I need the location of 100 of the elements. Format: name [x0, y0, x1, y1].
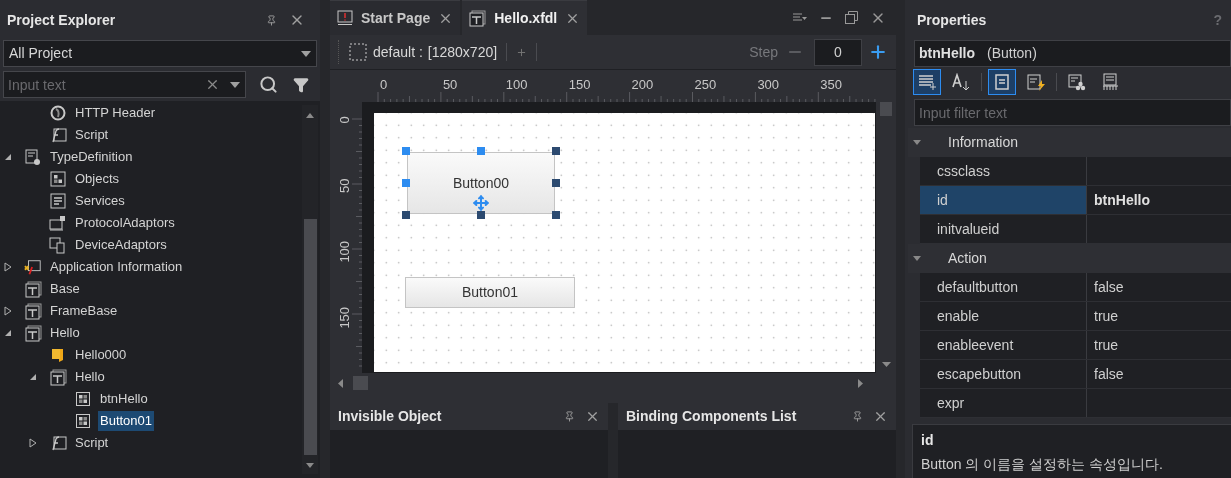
pin-icon[interactable]: [852, 411, 863, 422]
tree-item[interactable]: Services: [73, 191, 127, 211]
ruler-label: 200: [631, 76, 654, 94]
collapsed-arrow-icon[interactable]: [4, 306, 12, 316]
step-field[interactable]: 0: [814, 38, 862, 66]
property-name-cell[interactable]: escapebutton: [920, 360, 1087, 388]
property-name-cell[interactable]: enableevent: [920, 331, 1087, 359]
tree-item[interactable]: btnHello: [98, 389, 150, 409]
expanded-arrow-icon[interactable]: [4, 329, 12, 337]
close-icon[interactable]: [585, 409, 600, 424]
globe-icon: [50, 105, 66, 121]
scroll-down-icon[interactable]: [306, 463, 314, 468]
grip-handle[interactable]: [338, 40, 341, 64]
property-group[interactable]: Information: [948, 132, 1019, 153]
filter-field[interactable]: Input filter text: [914, 99, 1231, 126]
scroll-right-icon[interactable]: [858, 378, 863, 388]
tree-item[interactable]: Hello000: [73, 345, 129, 365]
resize-handle[interactable]: [552, 179, 560, 187]
filter-icon[interactable]: [293, 76, 309, 93]
tree-item[interactable]: TypeDefinition: [48, 147, 135, 167]
search-icon[interactable]: [259, 75, 278, 94]
resize-handle[interactable]: [402, 179, 410, 187]
screen-name: default :: [373, 42, 423, 62]
pin-icon[interactable]: [266, 14, 277, 26]
tree-item[interactable]: Application Information: [48, 257, 185, 277]
tree-item[interactable]: Button01: [98, 411, 155, 431]
resize-handle[interactable]: [552, 147, 560, 155]
move-icon[interactable]: [473, 195, 489, 211]
ruler-label: 50: [442, 76, 458, 94]
property-name-cell[interactable]: enable: [920, 302, 1087, 330]
property-name-cell[interactable]: expr: [920, 389, 1087, 417]
property-name-cell[interactable]: defaultbutton: [920, 273, 1087, 301]
resize-handle[interactable]: [402, 211, 410, 219]
editor-tab[interactable]: Hello.xfdl: [462, 0, 588, 35]
tree-item[interactable]: Script: [73, 433, 111, 453]
collapsed-arrow-icon[interactable]: [4, 262, 12, 272]
folder-icon: [51, 347, 65, 363]
scroll-left-icon[interactable]: [338, 378, 343, 388]
resize-handle[interactable]: [402, 147, 410, 155]
property-value-cell[interactable]: btnHello: [1087, 186, 1231, 214]
scroll-up-icon[interactable]: [306, 113, 314, 118]
add-screen-icon[interactable]: [516, 46, 528, 58]
tree-item[interactable]: ProtocolAdaptors: [73, 213, 177, 233]
property-value-cell[interactable]: [1087, 157, 1231, 185]
tree-item[interactable]: HTTP Header: [73, 103, 157, 123]
tree-item[interactable]: Base: [48, 279, 82, 299]
restore-icon[interactable]: [845, 11, 858, 24]
tab-list-icon[interactable]: [793, 12, 807, 23]
toolbar-button[interactable]: [988, 69, 1016, 95]
clear-icon[interactable]: [205, 77, 220, 92]
tree-item[interactable]: Hello: [73, 367, 107, 387]
scroll-thumb[interactable]: [303, 219, 317, 455]
scope-dropdown[interactable]: All Project: [3, 40, 317, 67]
scrollbar[interactable]: [302, 105, 318, 474]
property-name-cell[interactable]: id: [920, 186, 1087, 214]
pin-icon[interactable]: [564, 411, 575, 422]
resize-handle[interactable]: [477, 211, 485, 219]
property-value-cell[interactable]: true: [1087, 331, 1231, 359]
tree-item[interactable]: Script: [73, 125, 111, 145]
property-value-cell[interactable]: [1087, 389, 1231, 417]
screen-size-icon[interactable]: [349, 43, 367, 61]
expanded-arrow-icon[interactable]: [29, 373, 37, 381]
collapsed-arrow-icon[interactable]: [29, 438, 37, 448]
collapse-arrow-icon[interactable]: [913, 140, 921, 145]
script-icon: [49, 127, 67, 143]
property-value-cell[interactable]: false: [1087, 273, 1231, 301]
tree-item[interactable]: Hello: [48, 323, 82, 343]
canvas-button[interactable]: Button01: [405, 277, 575, 308]
scroll-down-icon[interactable]: [881, 362, 891, 367]
ruler-label: 150: [336, 305, 354, 331]
form-icon: [24, 302, 42, 320]
property-value-cell[interactable]: [1087, 215, 1231, 243]
dropdown-arrow-icon[interactable]: [230, 82, 240, 88]
canvas-button[interactable]: Button00: [407, 152, 555, 214]
resize-handle[interactable]: [477, 147, 485, 155]
sort-alpha-icon: [951, 73, 971, 91]
property-group[interactable]: Action: [948, 248, 987, 269]
step-plus-icon[interactable]: [868, 42, 888, 62]
editor-tab[interactable]: Start Page: [330, 0, 461, 35]
dropdown-arrow-icon: [301, 50, 311, 57]
toolbar-button[interactable]: [913, 69, 941, 95]
property-value-cell[interactable]: false: [1087, 360, 1231, 388]
scroll-thumb[interactable]: [880, 102, 892, 116]
resize-handle[interactable]: [552, 211, 560, 219]
collapse-arrow-icon[interactable]: [913, 256, 921, 261]
search-field[interactable]: Input text: [3, 71, 246, 98]
description-text: Button 의 이름을 설정하는 속성입니다.: [921, 455, 1164, 474]
expanded-arrow-icon[interactable]: [4, 153, 12, 161]
tree-item[interactable]: Objects: [73, 169, 122, 189]
property-name-cell[interactable]: initvalueid: [920, 215, 1087, 243]
ruler-label: 250: [694, 76, 717, 94]
tree-item[interactable]: DeviceAdaptors: [73, 235, 169, 255]
step-label: Step: [749, 42, 778, 62]
design-canvas[interactable]: Button00 Button01: [374, 113, 875, 372]
property-value-cell[interactable]: true: [1087, 302, 1231, 330]
tree-item[interactable]: FrameBase: [48, 301, 120, 321]
description-title: id: [921, 431, 935, 450]
close-icon[interactable]: [873, 409, 888, 424]
scroll-thumb[interactable]: [353, 376, 368, 390]
property-name-cell[interactable]: cssclass: [920, 157, 1087, 185]
